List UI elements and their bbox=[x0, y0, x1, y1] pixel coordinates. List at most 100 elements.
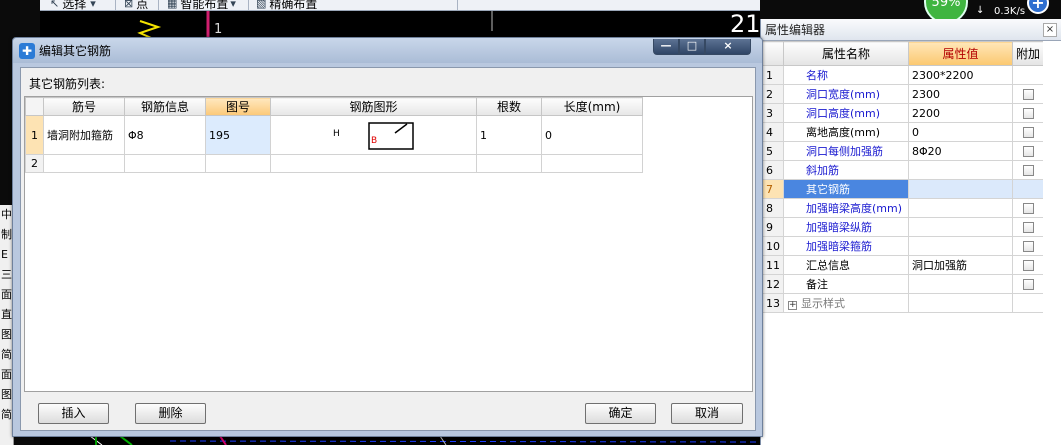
ok-button[interactable]: 确定 bbox=[585, 403, 656, 424]
rebar-grid-container[interactable]: 筋号 钢筋信息 图号 钢筋图形 根数 长度(mm) 1 墙洞附加箍筋 Φ8 19… bbox=[24, 96, 753, 392]
figure-no-cell[interactable] bbox=[205, 154, 271, 173]
property-name-cell[interactable]: 加强暗梁高度(mm) bbox=[783, 198, 909, 218]
row-index[interactable]: 2 bbox=[25, 154, 44, 173]
count-cell[interactable] bbox=[476, 154, 542, 173]
property-value-cell[interactable] bbox=[908, 160, 1013, 180]
property-row[interactable]: 9 加强暗梁纵筋 bbox=[761, 217, 1044, 237]
property-value-cell[interactable] bbox=[908, 293, 1013, 313]
property-name-cell[interactable]: 汇总信息 bbox=[783, 255, 909, 275]
close-icon[interactable]: × bbox=[1043, 23, 1057, 37]
dialog-title-bar[interactable]: ✚ 编辑其它钢筋 — □ × bbox=[13, 38, 762, 63]
property-value-cell[interactable]: 2200 bbox=[908, 103, 1013, 123]
property-row[interactable]: 3 洞口高度(mm) 2200 bbox=[761, 103, 1044, 123]
property-value-cell[interactable]: 8Φ20 bbox=[908, 141, 1013, 161]
property-editor-title: 属性编辑器 bbox=[765, 23, 826, 37]
property-row[interactable]: 6 斜加筋 bbox=[761, 160, 1044, 180]
property-name-cell[interactable]: 名称 bbox=[783, 65, 909, 85]
table-row[interactable]: 2 bbox=[25, 154, 643, 173]
property-name-cell[interactable]: 加强暗梁纵筋 bbox=[783, 217, 909, 237]
bar-name-cell[interactable] bbox=[43, 154, 125, 173]
row-index[interactable]: 1 bbox=[25, 115, 44, 155]
property-value-cell[interactable]: 洞口加强筋 bbox=[908, 255, 1013, 275]
attach-checkbox[interactable] bbox=[1022, 241, 1034, 252]
property-name-cell[interactable]: + 显示样式 bbox=[783, 293, 909, 313]
cancel-button[interactable]: 取消 bbox=[671, 403, 743, 424]
speed-boost-button[interactable]: + bbox=[1027, 0, 1049, 14]
property-name-label: 汇总信息 bbox=[806, 259, 850, 272]
column-header-count[interactable]: 根数 bbox=[476, 97, 542, 116]
point-tool-button[interactable]: ⊠ 点 bbox=[124, 0, 148, 10]
download-rate: 0.3K/s bbox=[994, 6, 1026, 17]
property-value-cell[interactable]: 2300 bbox=[908, 84, 1013, 104]
bar-info-cell[interactable]: Φ8 bbox=[124, 115, 206, 155]
select-tool-button[interactable]: ↖ 选择 ▾ bbox=[50, 0, 99, 10]
property-extra-cell bbox=[1012, 236, 1044, 256]
property-value-cell[interactable]: 0 bbox=[908, 122, 1013, 142]
property-name-label: 离地高度(mm) bbox=[806, 126, 881, 139]
smart-layout-button[interactable]: ▦ 智能布置 ▾ bbox=[167, 0, 239, 10]
count-cell[interactable]: 1 bbox=[476, 115, 542, 155]
stirrup-shape-icon: B bbox=[368, 122, 414, 150]
property-row-index: 9 bbox=[761, 217, 784, 237]
property-row[interactable]: 13 + 显示样式 bbox=[761, 293, 1044, 313]
attach-checkbox[interactable] bbox=[1022, 165, 1034, 176]
insert-button[interactable]: 插入 bbox=[38, 403, 109, 424]
property-row[interactable]: 10 加强暗梁箍筋 bbox=[761, 236, 1044, 256]
property-row[interactable]: 4 离地高度(mm) 0 bbox=[761, 122, 1044, 142]
property-row[interactable]: 12 备注 bbox=[761, 274, 1044, 294]
close-button[interactable]: × bbox=[705, 39, 751, 55]
delete-button[interactable]: 删除 bbox=[135, 403, 206, 424]
attach-checkbox[interactable] bbox=[1022, 203, 1034, 214]
property-value-cell[interactable] bbox=[908, 198, 1013, 218]
property-name-cell[interactable]: 备注 bbox=[783, 274, 909, 294]
bar-info-cell[interactable] bbox=[124, 154, 206, 173]
attach-checkbox[interactable] bbox=[1022, 127, 1034, 138]
property-value-cell[interactable]: 2300*2200 bbox=[908, 65, 1013, 85]
attach-checkbox[interactable] bbox=[1022, 260, 1034, 271]
property-row[interactable]: 2 洞口宽度(mm) 2300 bbox=[761, 84, 1044, 104]
property-value-cell[interactable] bbox=[908, 236, 1013, 256]
property-name-cell[interactable]: 洞口每侧加强筋 bbox=[783, 141, 909, 161]
property-name-cell[interactable]: 斜加筋 bbox=[783, 160, 909, 180]
property-row[interactable]: 5 洞口每侧加强筋 8Φ20 bbox=[761, 141, 1044, 161]
property-value-cell[interactable] bbox=[908, 217, 1013, 237]
download-arrow-icon: ↓ bbox=[976, 5, 985, 16]
column-header-bar-name[interactable]: 筋号 bbox=[43, 97, 125, 116]
bar-shape-cell[interactable]: H B bbox=[270, 115, 477, 155]
bar-name-cell[interactable]: 墙洞附加箍筋 bbox=[43, 115, 125, 155]
property-row[interactable]: 8 加强暗梁高度(mm) bbox=[761, 198, 1044, 218]
column-header-length[interactable]: 长度(mm) bbox=[541, 97, 643, 116]
column-header-bar-shape[interactable]: 钢筋图形 bbox=[270, 97, 477, 116]
property-row[interactable]: 7 其它钢筋 bbox=[761, 179, 1044, 199]
property-row[interactable]: 11 汇总信息 洞口加强筋 bbox=[761, 255, 1044, 275]
precise-layout-button[interactable]: ▧ 精确布置 bbox=[256, 0, 317, 10]
property-value-cell[interactable] bbox=[908, 274, 1013, 294]
length-cell[interactable] bbox=[541, 154, 643, 173]
property-value-cell[interactable] bbox=[908, 179, 1013, 199]
app-logo-icon: ✚ bbox=[19, 42, 35, 59]
precise-layout-icon: ▧ bbox=[256, 0, 267, 10]
property-name-cell[interactable]: 其它钢筋 bbox=[783, 179, 909, 199]
minimize-button[interactable]: — bbox=[653, 39, 679, 55]
figure-no-cell[interactable]: 195 bbox=[205, 115, 271, 155]
attach-checkbox[interactable] bbox=[1022, 222, 1034, 233]
property-row[interactable]: 1 名称 2300*2200 bbox=[761, 65, 1044, 85]
property-name-cell[interactable]: 加强暗梁箍筋 bbox=[783, 236, 909, 256]
column-header-figure-no[interactable]: 图号 bbox=[205, 97, 271, 116]
length-cell[interactable]: 0 bbox=[541, 115, 643, 155]
dialog-footer: 插入 删除 确定 取消 bbox=[21, 392, 755, 430]
property-name-cell[interactable]: 洞口宽度(mm) bbox=[783, 84, 909, 104]
property-row-index: 11 bbox=[761, 255, 784, 275]
table-row[interactable]: 1 墙洞附加箍筋 Φ8 195 H B 1 0 bbox=[25, 115, 643, 155]
maximize-button[interactable]: □ bbox=[679, 39, 705, 55]
attach-checkbox[interactable] bbox=[1022, 108, 1034, 119]
property-name-cell[interactable]: 洞口高度(mm) bbox=[783, 103, 909, 123]
attach-checkbox[interactable] bbox=[1022, 89, 1034, 100]
expand-plus-icon[interactable]: + bbox=[788, 301, 797, 310]
bar-shape-cell[interactable] bbox=[270, 154, 477, 173]
column-header-bar-info[interactable]: 钢筋信息 bbox=[124, 97, 206, 116]
dialog-body: 其它钢筋列表: 筋号 钢筋信息 图号 钢筋图形 根数 长度(mm) 1 墙洞附加… bbox=[20, 67, 756, 431]
attach-checkbox[interactable] bbox=[1022, 279, 1034, 290]
attach-checkbox[interactable] bbox=[1022, 146, 1034, 157]
property-name-cell[interactable]: 离地高度(mm) bbox=[783, 122, 909, 142]
